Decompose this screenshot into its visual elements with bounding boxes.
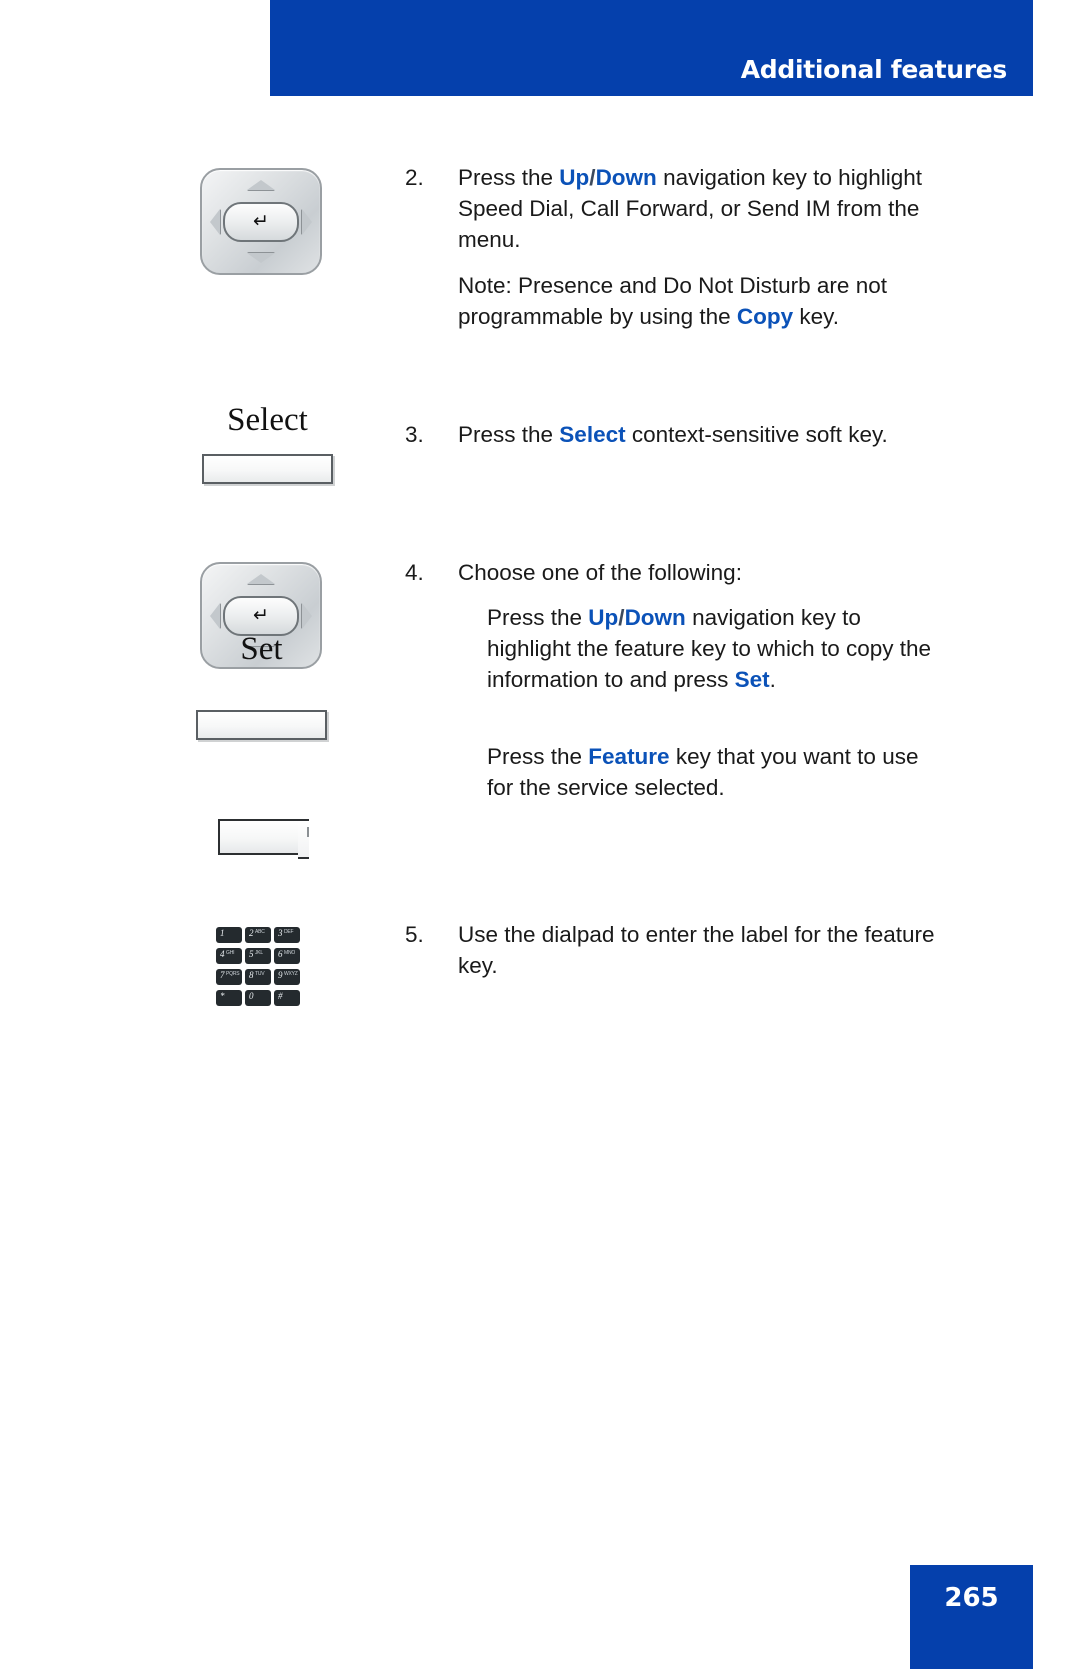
step-4: 4. Choose one of the following: <box>405 557 935 588</box>
dialpad-key-letters: PQRS <box>226 971 240 977</box>
feature-key-icon <box>218 819 309 859</box>
icon-column: ↵ Select ↵ Set 1 2 ABC 3 DEF 4 GHI 5 JKL… <box>0 96 405 1565</box>
dialpad-key-letters: WXYZ <box>284 971 298 977</box>
step-3: 3. Press the Select context-sensitive so… <box>405 419 935 450</box>
page-content: ↵ Select ↵ Set 1 2 ABC 3 DEF 4 GHI 5 JKL… <box>0 96 1080 1565</box>
step-3-text-part1: Press the <box>458 422 560 447</box>
nav-up-arrow-icon <box>247 180 275 190</box>
dialpad-key-digit: 0 <box>249 991 254 1001</box>
dialpad-key: 8 TUV <box>245 969 271 985</box>
dialpad-key-digit: 7 <box>220 970 225 980</box>
option-1-up-keyword: Up <box>588 605 619 630</box>
step-3-text: Press the Select context-sensitive soft … <box>458 419 935 450</box>
step-5: 5. Use the dialpad to enter the label fo… <box>405 919 935 981</box>
nav-left-arrow-icon <box>210 208 220 235</box>
enter-arrow-icon: ↵ <box>253 210 269 232</box>
nav-left-arrow-icon <box>210 602 220 629</box>
step-4-text: Choose one of the following: <box>458 560 742 585</box>
step-3-text-part2: context-sensitive soft key. <box>625 422 888 447</box>
dialpad-key-letters: ABC <box>255 929 265 935</box>
nav-right-arrow-icon <box>302 602 312 629</box>
feature-key-notch-icon <box>298 819 309 859</box>
step-2: 2. Press the Up/Down navigation key to h… <box>405 162 935 255</box>
page-title: Additional features <box>740 55 1008 84</box>
nav-enter-button-icon: ↵ <box>223 201 299 242</box>
dialpad-key-digit: 2 <box>249 928 254 938</box>
dialpad-key: 2 ABC <box>245 927 271 943</box>
dialpad-key-digit: * <box>220 991 225 1001</box>
set-softkey-label: Set <box>240 631 283 667</box>
dialpad-key-digit: 4 <box>220 949 225 959</box>
nav-down-arrow-icon <box>247 253 275 263</box>
step-2-number: 2. <box>405 165 424 190</box>
select-softkey-icon <box>202 454 333 484</box>
dialpad-key: # <box>274 990 300 1006</box>
step-3-number: 3. <box>405 422 424 447</box>
nav-enter-button-icon: ↵ <box>223 595 299 636</box>
step-2-text: Press the Up/Down navigation key to high… <box>458 162 935 255</box>
dialpad-key: 1 <box>216 927 242 943</box>
dialpad-key: 9 WXYZ <box>274 969 300 985</box>
step-5-text: Use the dialpad to enter the label for t… <box>458 922 935 978</box>
dialpad-key-letters: TUV <box>255 971 265 977</box>
step-3-select-keyword: Select <box>559 422 626 447</box>
dialpad-key: 6 MNO <box>274 948 300 964</box>
note-copy-keyword: Copy <box>736 304 794 329</box>
option-1-down-keyword: Down <box>624 605 686 630</box>
select-softkey-label: Select <box>227 402 308 438</box>
step-4-option-1: Press the Up/Down navigation key to high… <box>487 602 937 695</box>
step-4-number: 4. <box>405 560 424 585</box>
dialpad-key: * <box>216 990 242 1006</box>
dialpad-key: 0 <box>245 990 271 1006</box>
dialpad-key-letters: JKL <box>255 950 264 956</box>
dialpad-key-digit: # <box>278 991 283 1001</box>
dialpad-key-letters: DEF <box>284 929 294 935</box>
dialpad-key: 4 GHI <box>216 948 242 964</box>
option-2-text-part1: Press the <box>487 744 589 769</box>
dialpad-key: 7 PQRS <box>216 969 242 985</box>
option-2-feature-keyword: Feature <box>588 744 670 769</box>
step-5-number: 5. <box>405 922 424 947</box>
dialpad-key-digit: 6 <box>278 949 283 959</box>
nav-right-arrow-icon <box>302 208 312 235</box>
dialpad-key-letters: GHI <box>226 950 235 956</box>
step-4-option-2: Press the Feature key that you want to u… <box>487 741 937 803</box>
option-1-set-keyword: Set <box>734 667 770 692</box>
dialpad-icon: 1 2 ABC 3 DEF 4 GHI 5 JKL 6 MNO 7 PQRS 8… <box>216 927 300 1006</box>
dialpad-key: 5 JKL <box>245 948 271 964</box>
page-number: 265 <box>944 1583 999 1613</box>
dialpad-key-digit: 8 <box>249 970 254 980</box>
step-2-text-part1: Press the <box>458 165 560 190</box>
navigation-key-icon: ↵ <box>200 168 322 275</box>
nav-up-arrow-icon <box>247 574 275 584</box>
option-1-text-part3: . <box>769 667 776 692</box>
dialpad-key-digit: 9 <box>278 970 283 980</box>
set-softkey-icon <box>196 710 327 740</box>
step-2-up-keyword: Up <box>559 165 590 190</box>
dialpad-key: 3 DEF <box>274 927 300 943</box>
dialpad-key-digit: 5 <box>249 949 254 959</box>
footer-page-block: 265 <box>910 1565 1033 1669</box>
dialpad-key-digit: 1 <box>220 928 225 938</box>
enter-arrow-icon: ↵ <box>253 604 269 626</box>
note-paragraph: Note: Presence and Do Not Disturb are no… <box>458 270 935 332</box>
step-2-down-keyword: Down <box>595 165 657 190</box>
dialpad-key-letters: MNO <box>284 950 296 956</box>
dialpad-key-digit: 3 <box>278 928 283 938</box>
note-text-part2: key. <box>793 304 840 329</box>
header-banner: Additional features <box>270 0 1033 96</box>
option-1-text-part1: Press the <box>487 605 589 630</box>
